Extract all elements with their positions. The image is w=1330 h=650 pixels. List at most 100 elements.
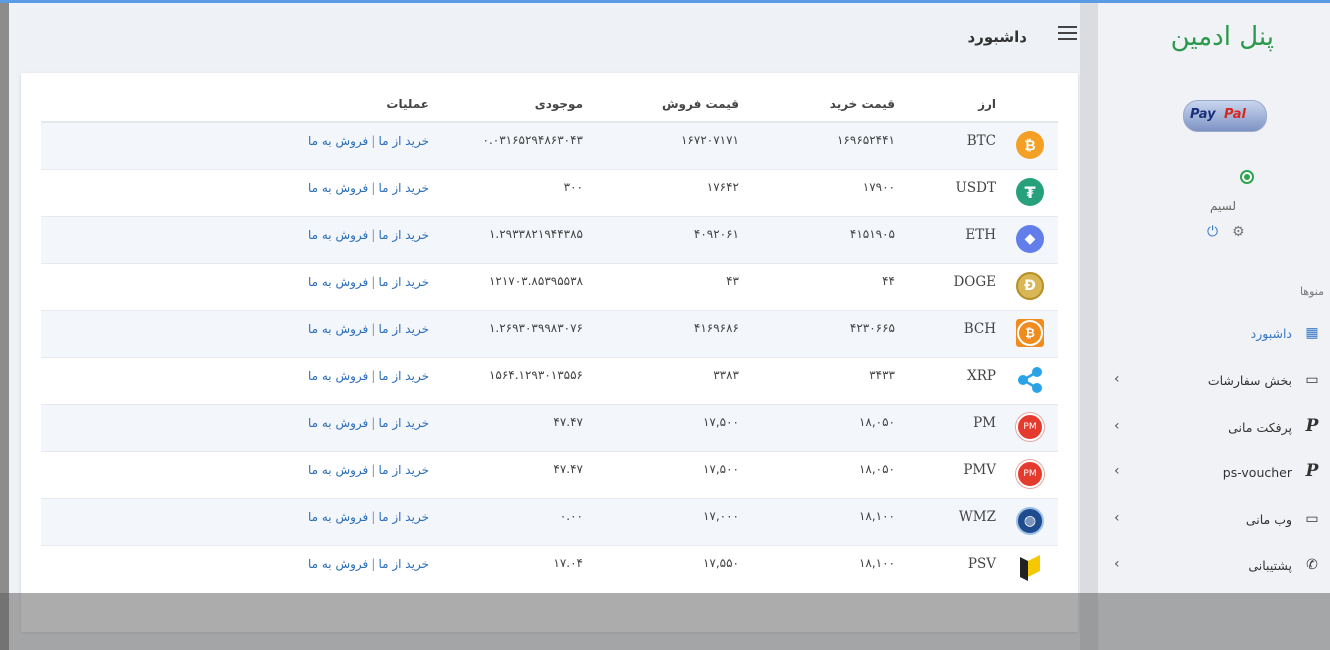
- sidebar-shadow: [1080, 3, 1098, 650]
- bitcoin-icon: ₿: [1016, 131, 1044, 159]
- balance: ۱.۲۶۹۳۰۳۹۹۸۳۰۷۶: [488, 321, 583, 335]
- table-row: XRP ۳۴۳۳ ۳۳۸۳ ۱۵۶۴.۱۲۹۳۰۱۳۵۵۶ خرید از ما…: [41, 357, 1058, 405]
- balance: ۱۵۶۴.۱۲۹۳۰۱۳۵۵۶: [488, 368, 583, 382]
- buy-price: ۱۸,۱۰۰: [858, 556, 895, 570]
- buy-price: ۱۸,۰۵۰: [858, 462, 895, 476]
- buy-price: ۱۷۹۰۰: [862, 180, 895, 194]
- balance: ۱.۲۹۳۳۸۲۱۹۴۴۳۸۵: [488, 227, 583, 241]
- sell-to-us-link[interactable]: فروش به ما: [308, 228, 368, 242]
- sell-price: ۱۷۶۴۲: [706, 180, 739, 194]
- operations: خرید از ما|فروش به ما: [307, 415, 429, 430]
- card-icon: ▭: [1305, 511, 1319, 527]
- dashboard-icon: ▦: [1305, 325, 1319, 341]
- chevron-left-icon: ‹: [1114, 556, 1120, 572]
- chevron-left-icon: ‹: [1114, 510, 1120, 526]
- buy-price: ۴۱۵۱۹۰۵: [849, 227, 895, 241]
- table-row: PM PM ۱۸,۰۵۰ ۱۷,۵۰۰ ۴۷.۴۷ خرید از ما|فرو…: [41, 404, 1058, 452]
- table-row: ₿ BTC ۱۶۹۶۵۲۴۴۱ ۱۶۷۲۰۷۱۷۱ ۰.۰۳۱۶۵۲۹۴۸۶۳۰…: [41, 121, 1058, 170]
- sell-price: ۱۷,۵۵۰: [702, 556, 739, 570]
- gear-icon[interactable]: ⚙: [1232, 224, 1245, 240]
- sell-price: ۱۶۷۲۰۷۱۷۱: [680, 133, 739, 147]
- operations: خرید از ما|فروش به ما: [307, 509, 429, 524]
- buy-from-us-link[interactable]: خرید از ما: [378, 557, 429, 571]
- sidebar-item-1[interactable]: ▦ داشبورد: [1110, 315, 1330, 355]
- sidebar-item-label: داشبورد: [1250, 326, 1292, 341]
- p-icon: P: [1305, 461, 1319, 481]
- header-sell-price: قیمت فروش: [583, 87, 739, 123]
- sell-to-us-link[interactable]: فروش به ما: [308, 322, 368, 336]
- sidebar-item-label: پشتیبانی: [1248, 558, 1292, 573]
- sell-to-us-link[interactable]: فروش به ما: [308, 134, 368, 148]
- sell-to-us-link[interactable]: فروش به ما: [308, 557, 368, 571]
- balance: ۰.۰۳۱۶۵۲۹۴۸۶۳۰۴۳: [482, 133, 584, 147]
- buy-price: ۱۶۹۶۵۲۴۴۱: [836, 133, 895, 147]
- table-row: ₮ USDT ۱۷۹۰۰ ۱۷۶۴۲ ۳۰۰ خرید از ما|فروش ب…: [41, 169, 1058, 217]
- table-row: PM PMV ۱۸,۰۵۰ ۱۷,۵۰۰ ۴۷.۴۷ خرید از ما|فر…: [41, 451, 1058, 499]
- currency-name: WMZ: [958, 509, 996, 525]
- buy-from-us-link[interactable]: خرید از ما: [378, 181, 429, 195]
- buy-price: ۴۲۳۰۶۶۵: [849, 321, 895, 335]
- sidebar-item-4[interactable]: P ps-voucher ‹: [1110, 454, 1330, 494]
- sell-price: ۱۷,۵۰۰: [702, 415, 739, 429]
- buy-from-us-link[interactable]: خرید از ما: [378, 275, 429, 289]
- buy-price: ۱۸,۰۵۰: [858, 415, 895, 429]
- sidebar-item-6[interactable]: ✆ پشتیبانی ‹: [1110, 547, 1330, 587]
- operations: خرید از ما|فروش به ما: [307, 227, 429, 242]
- buy-from-us-link[interactable]: خرید از ما: [378, 416, 429, 430]
- power-icon[interactable]: ⏻: [1207, 224, 1218, 240]
- sell-to-us-link[interactable]: فروش به ما: [308, 369, 368, 383]
- sidebar-item-label: وب مانی: [1245, 512, 1292, 527]
- sell-to-us-link[interactable]: فروش به ما: [308, 510, 368, 524]
- bitcoin-cash-icon: ₿: [1016, 319, 1044, 347]
- sidebar-item-label: پرفکت مانی: [1228, 420, 1292, 435]
- currency-name: ETH: [965, 227, 996, 243]
- sidebar-item-2[interactable]: ▭ بخش سفارشات ‹: [1110, 362, 1330, 402]
- dogecoin-icon: Ð: [1016, 272, 1044, 300]
- header-operations: عملیات: [41, 87, 429, 123]
- sell-to-us-link[interactable]: فروش به ما: [308, 416, 368, 430]
- buy-from-us-link[interactable]: خرید از ما: [378, 463, 429, 477]
- currency-name: XRP: [967, 368, 996, 384]
- table-row: ◍ WMZ ۱۸,۱۰۰ ۱۷,۰۰۰ ۰.۰۰ خرید از ما|فروش…: [41, 498, 1058, 546]
- currency-name: BTC: [966, 133, 996, 149]
- chevron-left-icon: ‹: [1114, 418, 1120, 434]
- ripple-icon: [1016, 366, 1044, 394]
- table-header-row: ارز قیمت خرید قیمت فروش موجودی عملیات: [41, 87, 1058, 123]
- webmoney-icon: ◍: [1016, 507, 1044, 535]
- currency-card: ارز قیمت خرید قیمت فروش موجودی عملیات ₿ …: [21, 73, 1078, 632]
- buy-price: ۴۴: [882, 274, 895, 288]
- sell-to-us-link[interactable]: فروش به ما: [308, 275, 368, 289]
- buy-from-us-link[interactable]: خرید از ما: [378, 510, 429, 524]
- chevron-left-icon: ‹: [1114, 371, 1120, 387]
- header-balance: موجودی: [429, 87, 583, 123]
- balance: ۱۷.۰۴: [553, 556, 583, 570]
- currency-name: DOGE: [953, 274, 996, 290]
- operations: خرید از ما|فروش به ما: [307, 274, 429, 289]
- card-icon: ▭: [1305, 372, 1319, 388]
- ethereum-icon: ◆: [1016, 225, 1044, 253]
- menu-toggle-icon[interactable]: [1058, 25, 1078, 41]
- operations: خرید از ما|فروش به ما: [307, 321, 429, 336]
- sell-to-us-link[interactable]: فروش به ما: [308, 181, 368, 195]
- header-buy-price: قیمت خرید: [739, 87, 895, 123]
- sell-price: ۴۳: [726, 274, 739, 288]
- currency-name: USDT: [955, 180, 996, 196]
- buy-from-us-link[interactable]: خرید از ما: [378, 134, 429, 148]
- sell-to-us-link[interactable]: فروش به ما: [308, 463, 368, 477]
- p-icon: P: [1305, 416, 1319, 436]
- table-row: ◆ ETH ۴۱۵۱۹۰۵ ۴۰۹۲۰۶۱ ۱.۲۹۳۳۸۲۱۹۴۴۳۸۵ خر…: [41, 216, 1058, 264]
- sell-price: ۳۳۸۳: [713, 368, 739, 382]
- sidebar-item-3[interactable]: P پرفکت مانی ‹: [1110, 409, 1330, 449]
- buy-from-us-link[interactable]: خرید از ما: [378, 369, 429, 383]
- username: لسیم: [1210, 199, 1236, 213]
- buy-from-us-link[interactable]: خرید از ما: [378, 322, 429, 336]
- menu-section-title: منوها: [1299, 285, 1324, 298]
- operations: خرید از ما|فروش به ما: [307, 556, 429, 571]
- buy-from-us-link[interactable]: خرید از ما: [378, 228, 429, 242]
- table-row: PSV ۱۸,۱۰۰ ۱۷,۵۵۰ ۱۷.۰۴ خرید از ما|فروش …: [41, 545, 1058, 592]
- table-row: Ð DOGE ۴۴ ۴۳ ۱۲۱۷۰۳.۸۵۳۹۵۵۳۸ خرید از ما|…: [41, 263, 1058, 311]
- online-status-icon: [1240, 170, 1254, 184]
- sidebar-item-5[interactable]: ▭ وب مانی ‹: [1110, 501, 1330, 541]
- sidebar-item-label: ps-voucher: [1222, 465, 1292, 480]
- balance: ۴۷.۴۷: [553, 462, 583, 476]
